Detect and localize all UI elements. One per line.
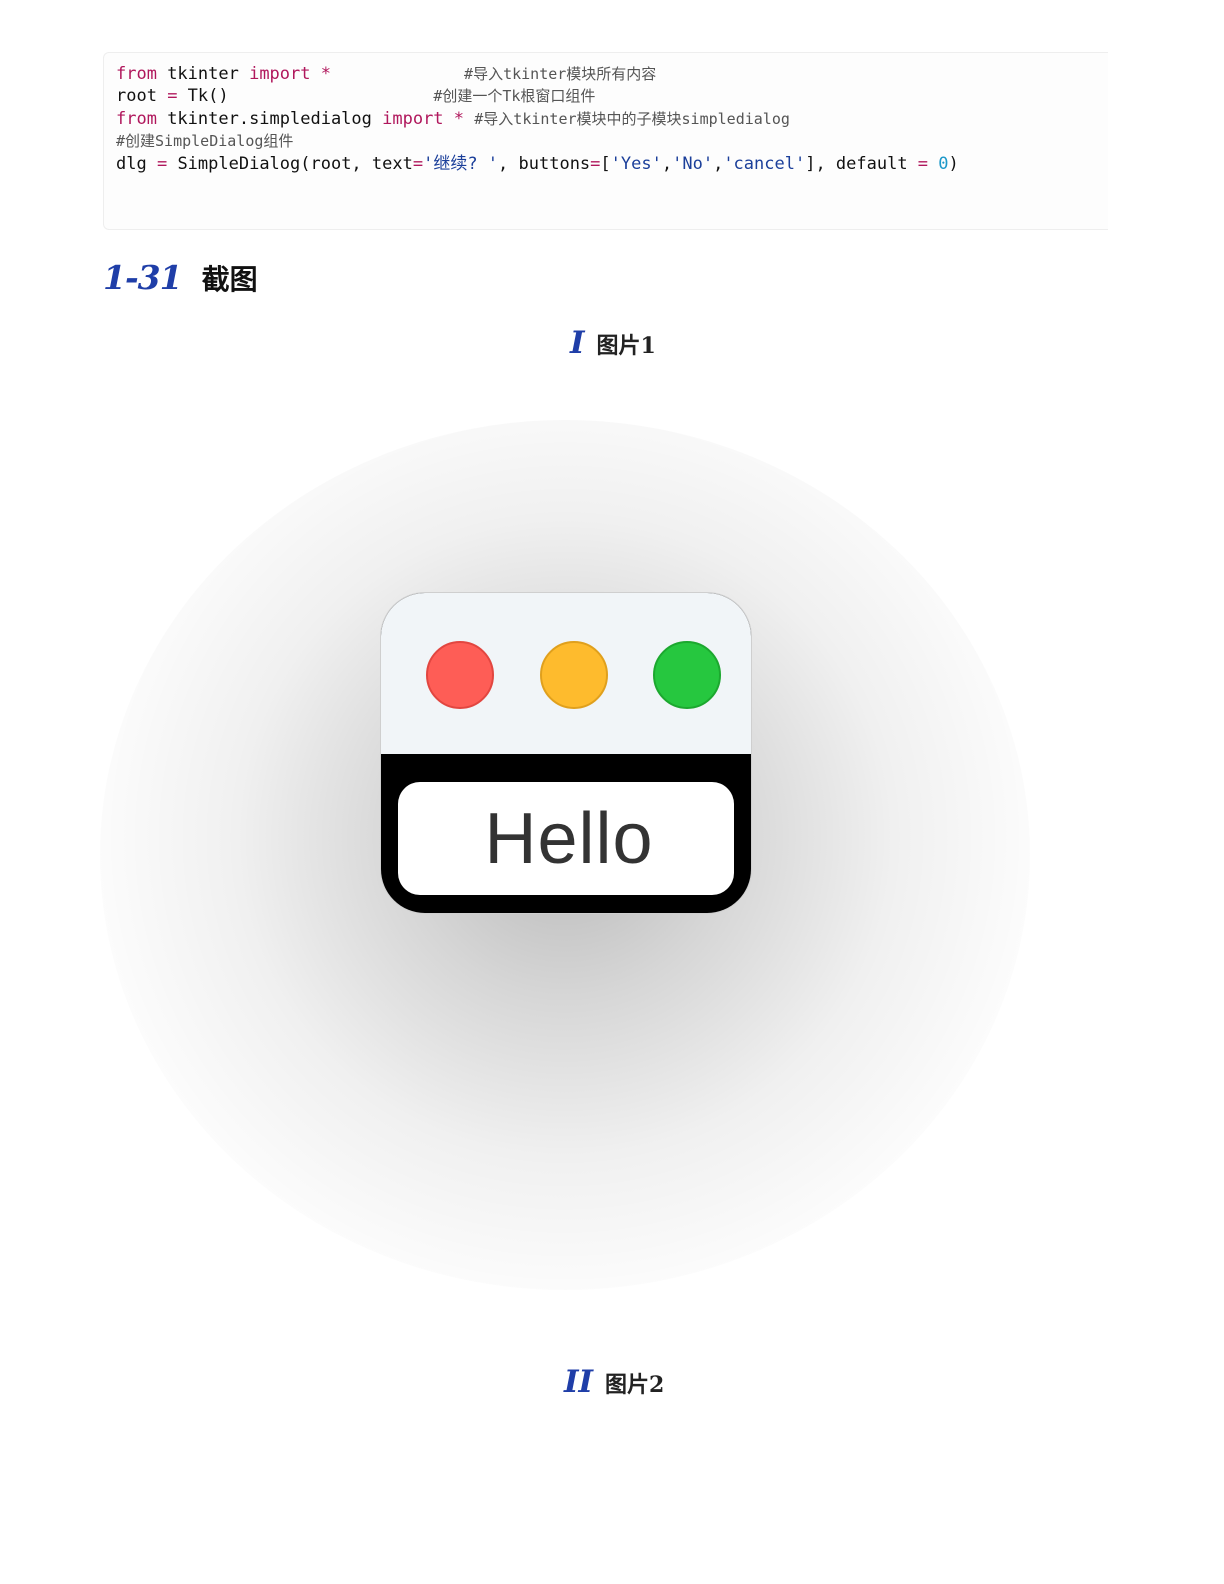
app-window-screenshot: Hello [381,593,751,913]
hello-button[interactable]: Hello [398,782,734,895]
code-keyword: from [116,108,157,129]
code-operator: = [590,153,601,174]
code-keyword: import [382,108,444,129]
code-text: [ [600,153,611,174]
code-operator: = [156,86,188,107]
figure-numeral: II [564,1364,594,1400]
code-string: 'Yes' [610,153,662,174]
code-comment: #创建一个Tk根窗口组件 [433,87,596,106]
code-line-1: from tkinter import * #导入tkinter模块所有内容 [116,63,1108,85]
figure-caption-text: 图片2 [605,1372,665,1398]
code-keyword: from [116,64,157,84]
code-padding [229,86,434,106]
code-comment: #创建SimpleDialog组件 [116,132,294,151]
code-block: from tkinter import * #导入tkinter模块所有内容 r… [103,52,1108,230]
window-titlebar [381,593,751,754]
code-text: dlg [116,153,147,174]
code-text: Tk() [187,86,229,107]
code-line-3: from tkinter.simpledialog import * #导入tk… [116,108,1108,130]
figure-1-caption: I 图片1 [570,325,656,361]
code-text: , [713,153,724,174]
figure-caption-text: 图片1 [596,333,656,359]
close-button[interactable] [426,641,494,709]
figure-numeral: I [570,325,585,361]
code-text: tkinter.simpledialog [156,108,383,129]
code-keyword: import [249,64,311,84]
code-text: ], default [805,153,918,174]
minimize-button[interactable] [540,641,608,709]
code-string: 'No' [672,153,714,174]
code-padding [928,154,938,174]
code-text: ) [948,153,959,174]
code-text: root [116,86,157,107]
code-operator: = [412,153,424,174]
section-heading: 1-31 截图 [103,258,258,298]
code-operator: = [146,153,178,174]
zoom-button[interactable] [653,641,721,709]
code-padding [331,64,464,84]
code-comment: #导入tkinter模块中的子模块simpledialog [474,109,790,128]
code-string: '继续? ' [423,153,499,174]
hello-button-label: Hello [484,798,654,879]
code-operator: * [310,64,331,84]
code-text: , [661,153,673,174]
code-comment: #导入tkinter模块所有内容 [464,65,657,83]
code-text: tkinter [156,64,250,84]
code-string: 'cancel' [723,153,806,174]
section-number: 1-31 [103,258,183,297]
code-text: , buttons [498,153,591,174]
code-line-2: root = Tk() #创建一个Tk根窗口组件 [116,85,1108,107]
section-title: 截图 [201,263,258,296]
code-operator: = [917,153,929,174]
code-text: SimpleDialog(root, text [177,153,413,174]
code-line-4: #创建SimpleDialog组件 [116,130,1108,152]
code-operator: * [443,108,465,129]
code-padding [464,109,474,129]
code-number: 0 [938,153,949,174]
figure-2-caption: II 图片2 [564,1364,664,1400]
code-line-5: dlg = SimpleDialog(root, text='继续? ', bu… [116,153,1108,175]
